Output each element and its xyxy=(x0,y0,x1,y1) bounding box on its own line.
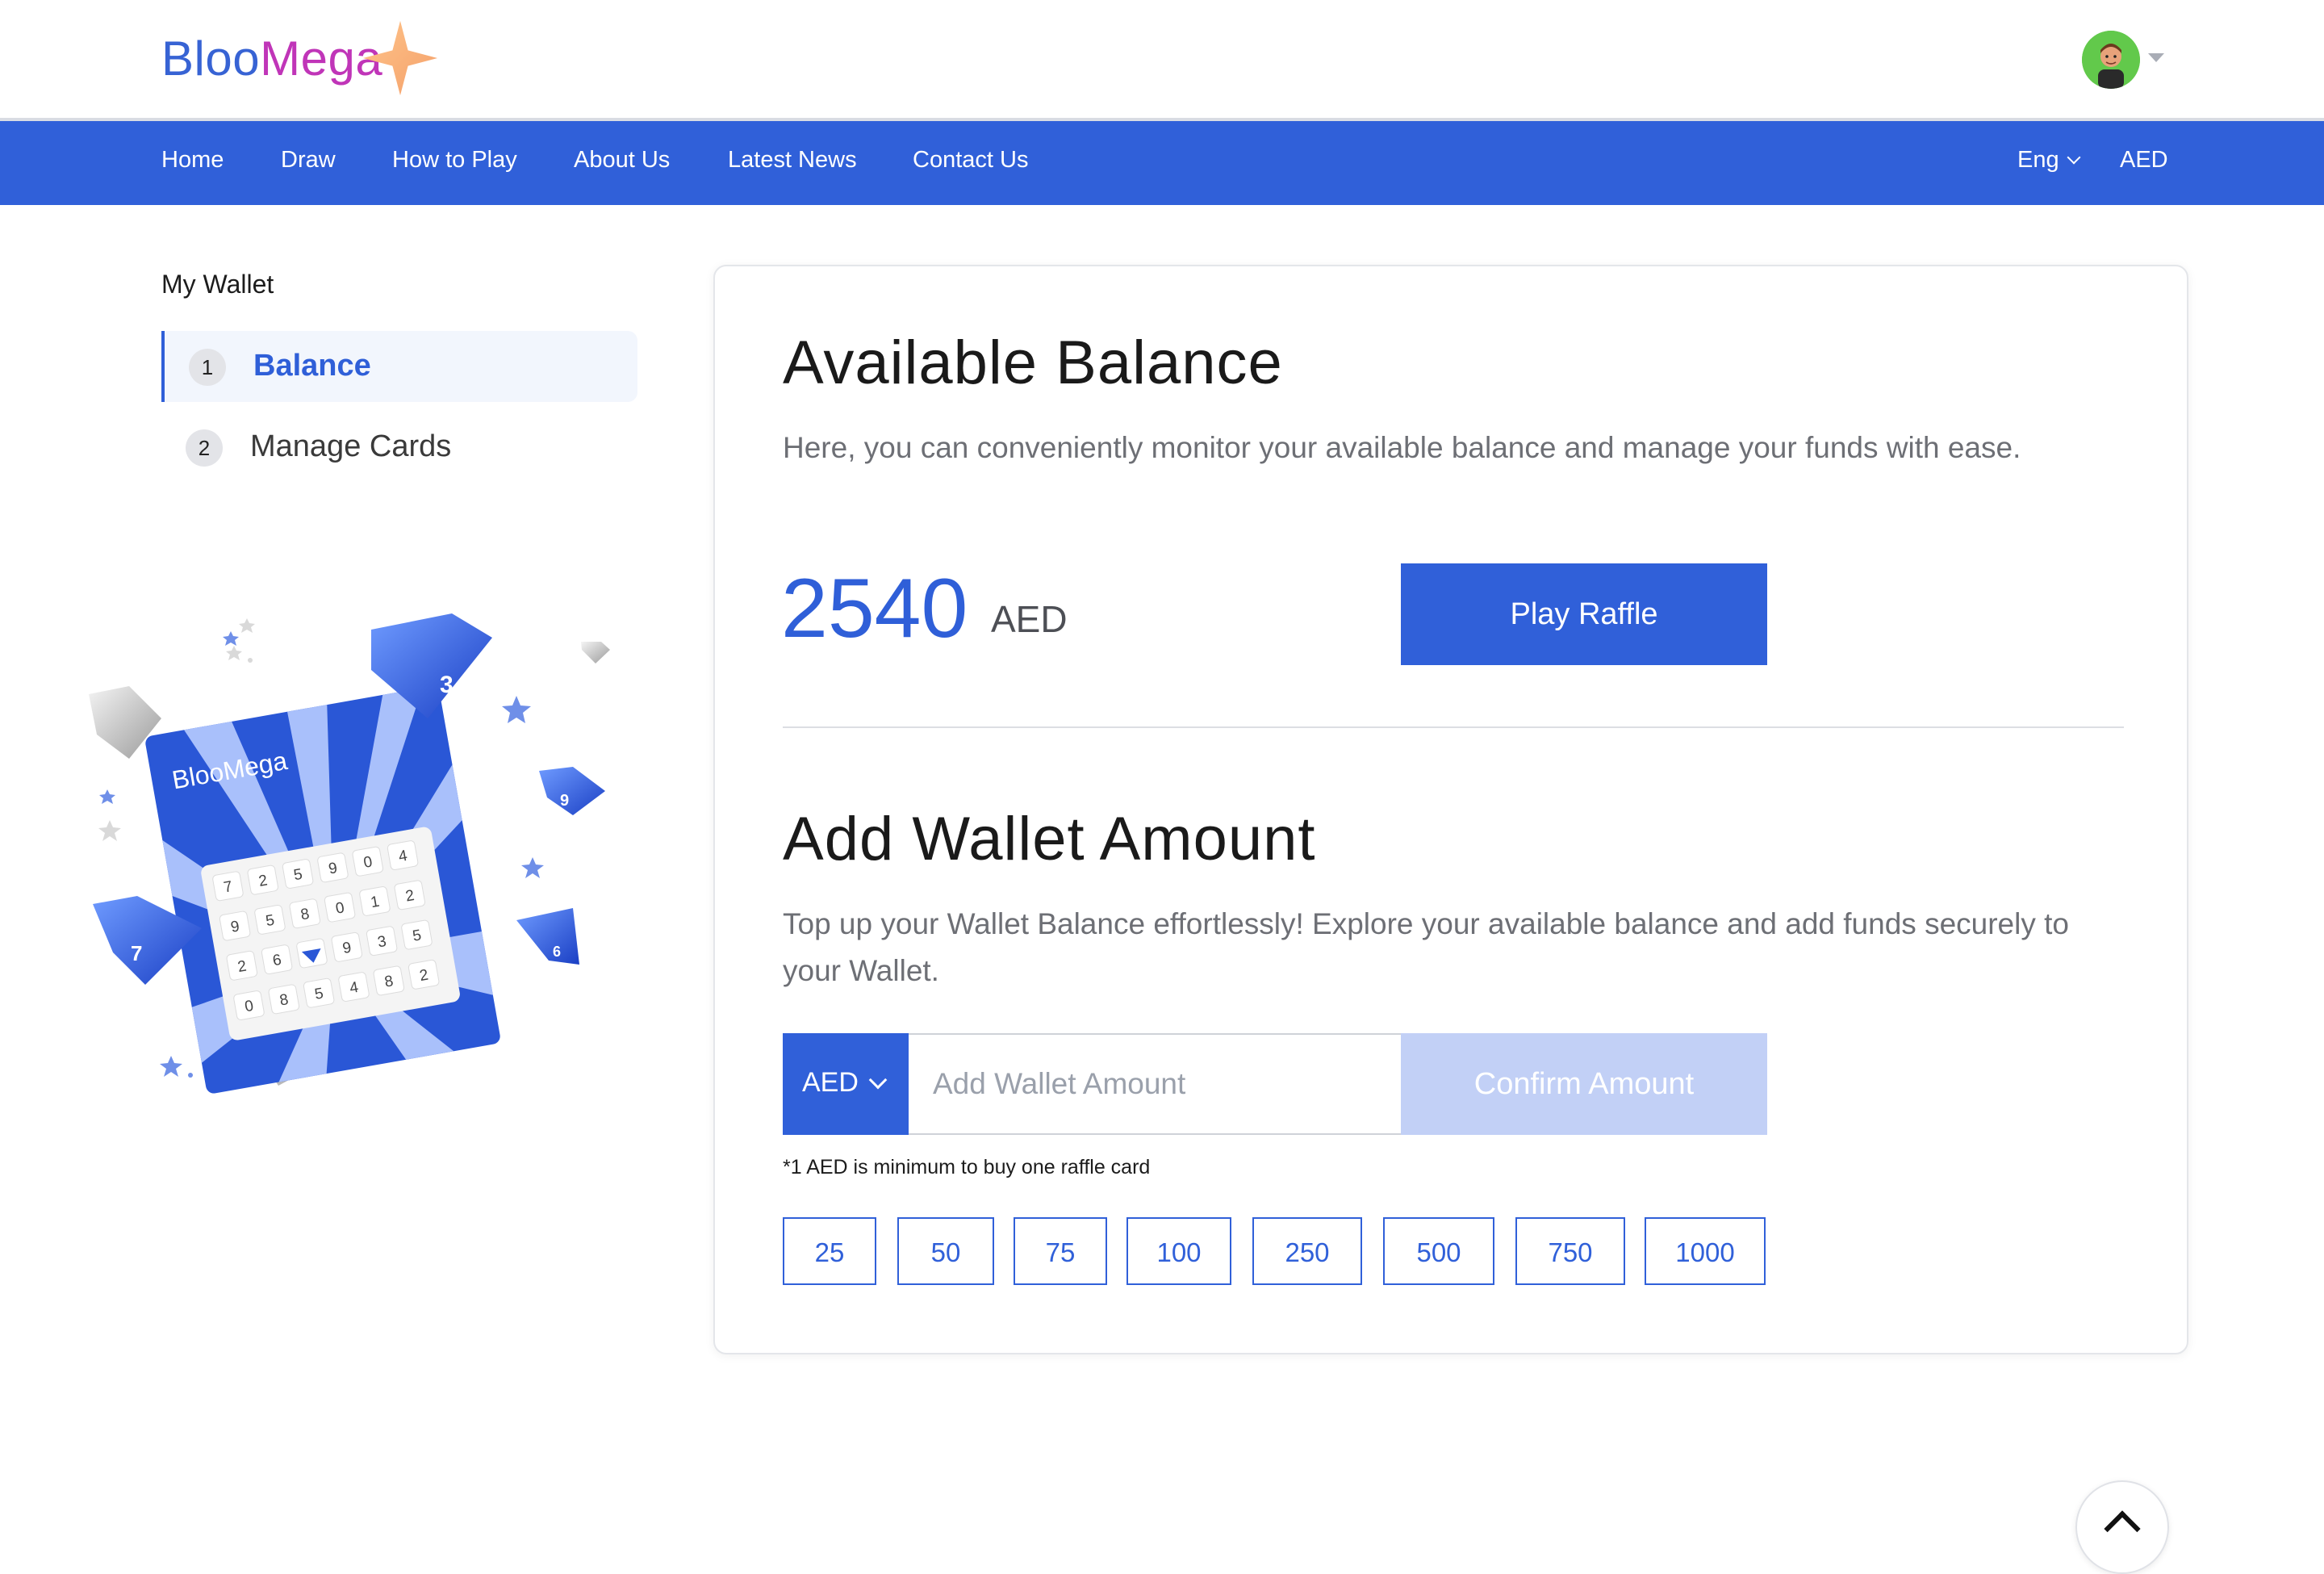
nav-about-us[interactable]: About Us xyxy=(574,147,670,174)
user-menu[interactable] xyxy=(2082,31,2171,89)
available-balance-description: Here, you can conveniently monitor your … xyxy=(783,431,2021,464)
currency-selector[interactable]: AED xyxy=(2120,147,2168,174)
balance-currency: AED xyxy=(991,598,1068,640)
gem-number: 9 xyxy=(560,792,569,810)
avatar[interactable] xyxy=(2082,31,2140,89)
quick-amount-750[interactable]: 750 xyxy=(1515,1217,1625,1285)
currency-select[interactable]: AED xyxy=(783,1033,909,1135)
minimum-amount-note: *1 AED is minimum to buy one raffle card xyxy=(783,1156,1151,1178)
nav-draw[interactable]: Draw xyxy=(281,147,336,174)
gem-number: 3 xyxy=(440,672,454,698)
available-balance-title: Available Balance xyxy=(783,329,1283,397)
user-avatar-icon xyxy=(2082,31,2140,89)
quick-amount-250[interactable]: 250 xyxy=(1252,1217,1362,1285)
gem-number: 7 xyxy=(131,941,142,965)
chevron-up-icon xyxy=(2104,1510,2141,1547)
play-raffle-button[interactable]: Play Raffle xyxy=(1401,563,1767,665)
chevron-down-icon xyxy=(868,1070,888,1090)
star-icon xyxy=(362,20,438,96)
add-wallet-title: Add Wallet Amount xyxy=(783,805,1316,873)
nav-latest-news[interactable]: Latest News xyxy=(728,147,857,174)
raffle-card-illustration: BlooMega 7 2 5 9 0 49 5 8 0 1 22 69 3 50 8 5 4 8 2 3 9 7 6 xyxy=(89,613,610,1094)
main-navigation: Home Draw How to Play About Us Latest Ne… xyxy=(0,121,2324,205)
sidebar-title: My Wallet xyxy=(161,270,274,299)
quick-amount-1000[interactable]: 1000 xyxy=(1645,1217,1766,1285)
logo-text-part1: Bloo xyxy=(161,31,261,86)
sidebar-item-label: Manage Cards xyxy=(250,429,452,463)
sidebar-item-label: Balance xyxy=(253,349,371,383)
quick-amount-25[interactable]: 25 xyxy=(783,1217,876,1285)
quick-amount-50[interactable]: 50 xyxy=(897,1217,994,1285)
wallet-amount-input[interactable] xyxy=(909,1033,1409,1135)
top-header: BlooMega xyxy=(0,0,2324,121)
nav-contact-us[interactable]: Contact Us xyxy=(913,147,1028,174)
gem-number: 6 xyxy=(553,944,561,960)
quick-amount-500[interactable]: 500 xyxy=(1383,1217,1494,1285)
raffle-card-icon: BlooMega 7 2 5 9 0 49 5 8 0 1 22 69 3 50 8 5 4 8 2 xyxy=(145,686,500,1094)
section-divider xyxy=(783,726,2124,728)
chevron-down-icon xyxy=(2067,150,2081,165)
quick-amount-100[interactable]: 100 xyxy=(1126,1217,1231,1285)
add-wallet-description: Top up your Wallet Balance effortlessly!… xyxy=(783,907,2069,987)
scroll-to-top-button[interactable] xyxy=(2075,1480,2169,1574)
currency-select-value: AED xyxy=(802,1067,859,1098)
nav-home[interactable]: Home xyxy=(161,147,224,174)
language-label: Eng xyxy=(2017,147,2059,173)
sidebar-item-manage-cards[interactable]: 2 Manage Cards xyxy=(161,412,637,483)
sidebar-item-number: 1 xyxy=(189,349,226,386)
balance-amount: 2540 xyxy=(781,562,968,655)
sidebar-item-balance[interactable]: 1 Balance xyxy=(161,331,637,402)
quick-amount-75[interactable]: 75 xyxy=(1014,1217,1107,1285)
confirm-amount-button[interactable]: Confirm Amount xyxy=(1401,1033,1767,1135)
caret-down-icon[interactable] xyxy=(2148,53,2164,62)
sidebar-item-number: 2 xyxy=(186,429,223,467)
wallet-card: Available Balance Here, you can convenie… xyxy=(713,265,2188,1354)
brand-logo[interactable]: BlooMega xyxy=(161,18,438,107)
language-selector[interactable]: Eng xyxy=(2017,147,2081,174)
logo-text: BlooMega xyxy=(161,31,382,86)
nav-how-to-play[interactable]: How to Play xyxy=(392,147,517,174)
